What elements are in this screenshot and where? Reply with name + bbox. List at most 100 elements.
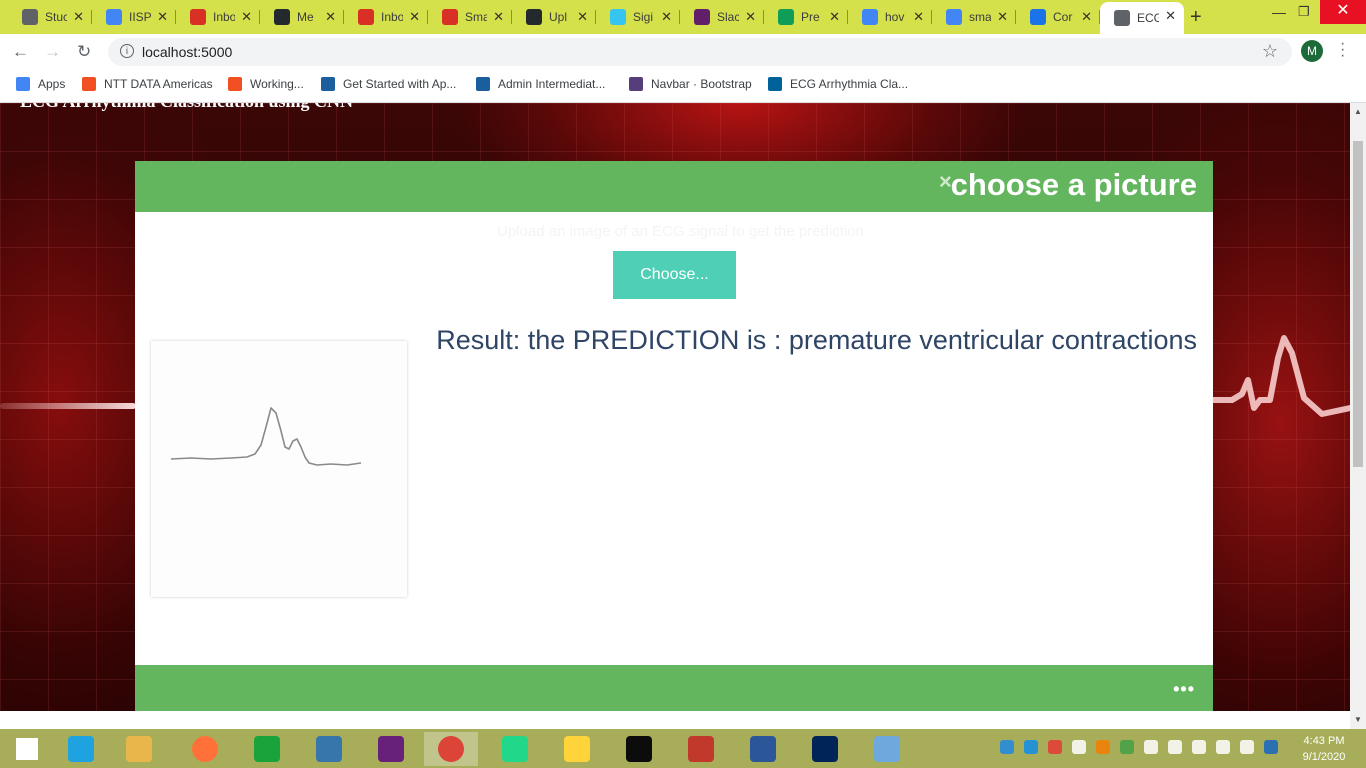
tab-title: Sigi xyxy=(633,10,654,24)
taskbar-app[interactable] xyxy=(178,732,232,766)
browser-tab[interactable]: sma ✕ xyxy=(932,3,1016,31)
taskbar-app[interactable] xyxy=(674,732,728,766)
bookmark-label: Get Started with Ap... xyxy=(343,77,457,91)
tab-close-icon[interactable]: ✕ xyxy=(73,9,84,25)
tab-title: Stuc xyxy=(45,10,67,24)
search-tray-icon[interactable] xyxy=(1096,740,1110,754)
browser-menu-icon[interactable]: · · · xyxy=(1340,36,1345,64)
tab-close-icon[interactable]: ✕ xyxy=(1165,8,1176,24)
taskbar-app[interactable] xyxy=(424,732,478,766)
github-icon xyxy=(526,9,542,25)
tab-close-icon[interactable]: ✕ xyxy=(997,9,1008,25)
browser-tab[interactable]: Sigi ✕ xyxy=(596,3,680,31)
tab-title: Inbo xyxy=(381,10,403,24)
bookmark-item[interactable]: NTT DATA Americas xyxy=(82,77,213,91)
tab-close-icon[interactable]: ✕ xyxy=(241,9,252,25)
restore-button[interactable]: ❐ xyxy=(1298,4,1310,20)
taskbar-app[interactable] xyxy=(860,732,914,766)
document-icon xyxy=(106,9,122,25)
taskbar-app[interactable] xyxy=(612,732,666,766)
taskbar-app[interactable] xyxy=(488,732,542,766)
teamviewer-tray-icon[interactable] xyxy=(1024,740,1038,754)
tab-close-icon[interactable]: ✕ xyxy=(913,9,924,25)
browser-tab[interactable]: Upl ✕ xyxy=(512,3,596,31)
power-tray-icon[interactable] xyxy=(1192,740,1206,754)
more-options-icon[interactable]: ••• xyxy=(1173,679,1195,700)
forward-arrow-icon[interactable]: → xyxy=(44,42,61,62)
bookmark-star-icon[interactable]: ☆ xyxy=(1262,41,1278,62)
back-arrow-icon[interactable]: ← xyxy=(12,42,29,62)
taskbar-app[interactable] xyxy=(302,732,356,766)
volume-tray-icon[interactable] xyxy=(1168,740,1182,754)
upload-modal: × choose a picture Upload an image of an… xyxy=(135,161,1213,711)
tab-close-icon[interactable]: ✕ xyxy=(577,9,588,25)
tab-title: Pre xyxy=(801,10,820,24)
bluetooth-tray-icon[interactable] xyxy=(1264,740,1278,754)
ekg-line-decoration xyxy=(0,403,136,409)
scrollbar-thumb[interactable] xyxy=(1353,141,1363,467)
browser-tab[interactable]: Slac ✕ xyxy=(680,3,764,31)
bookmark-item[interactable]: ECG Arrhythmia Cla... xyxy=(768,77,908,91)
bookmark-item[interactable]: Get Started with Ap... xyxy=(321,77,456,91)
new-tab-button[interactable]: + xyxy=(1190,6,1202,29)
powershell-icon xyxy=(812,736,838,762)
network-tray-icon[interactable] xyxy=(1144,740,1158,754)
tab-close-icon[interactable]: ✕ xyxy=(1081,9,1092,25)
window-close-button[interactable]: ✕ xyxy=(1320,0,1366,24)
speaker-tray-icon[interactable] xyxy=(1240,740,1254,754)
tab-close-icon[interactable]: ✕ xyxy=(409,9,420,25)
bookmark-item[interactable]: Apps xyxy=(16,77,65,91)
tab-close-icon[interactable]: ✕ xyxy=(493,9,504,25)
reload-icon[interactable]: ↻ xyxy=(77,42,91,62)
taskbar-app[interactable] xyxy=(364,732,418,766)
scroll-up-arrow-icon[interactable]: ▲ xyxy=(1354,107,1362,116)
pycharm-icon xyxy=(502,736,528,762)
bookmark-item[interactable]: Working... xyxy=(228,77,304,91)
browser-tab[interactable]: IISP ✕ xyxy=(92,3,176,31)
taskbar-app[interactable] xyxy=(112,732,166,766)
choose-file-button[interactable]: Choose... xyxy=(613,251,736,299)
site-info-icon[interactable]: i xyxy=(120,44,134,58)
browser-tab[interactable]: Inbo ✕ xyxy=(344,3,428,31)
taskbar-app[interactable] xyxy=(798,732,852,766)
security-tray-icon[interactable] xyxy=(1048,740,1062,754)
edge-tray-icon[interactable] xyxy=(1000,740,1014,754)
bookmark-item[interactable]: Navbar · Bootstrap xyxy=(629,77,752,91)
profile-avatar[interactable]: M xyxy=(1301,40,1323,62)
browser-tab[interactable]: Cor ✕ xyxy=(1016,3,1100,31)
taskbar-app[interactable] xyxy=(550,732,604,766)
tab-title: Inbo xyxy=(213,10,235,24)
tab-close-icon[interactable]: ✕ xyxy=(157,9,168,25)
taskbar-app[interactable] xyxy=(54,732,108,766)
tab-close-icon[interactable]: ✕ xyxy=(325,9,336,25)
upload-hint: Upload an image of an ECG signal to get … xyxy=(497,223,864,240)
taskbar-app[interactable] xyxy=(736,732,790,766)
taskbar-app[interactable] xyxy=(240,732,294,766)
sync-tray-icon[interactable] xyxy=(1072,740,1086,754)
browser-tab[interactable]: hov ✕ xyxy=(848,3,932,31)
browser-tab[interactable]: Stuc ✕ xyxy=(8,3,92,31)
tab-close-icon[interactable]: ✕ xyxy=(745,9,756,25)
tab-close-icon[interactable]: ✕ xyxy=(661,9,672,25)
browser-tab[interactable]: Inbo ✕ xyxy=(176,3,260,31)
browser-tab[interactable]: Sma ✕ xyxy=(428,3,512,31)
gmail-icon xyxy=(358,9,374,25)
address-bar[interactable]: i localhost:5000 ☆ xyxy=(108,38,1292,66)
scroll-down-arrow-icon[interactable]: ▼ xyxy=(1354,715,1362,724)
vertical-scrollbar[interactable]: ▲ ▼ xyxy=(1350,103,1366,729)
browser-tab[interactable]: Pre ✕ xyxy=(764,3,848,31)
taskbar-app[interactable] xyxy=(0,732,54,766)
page-bottom-strip xyxy=(0,711,1350,729)
system-clock[interactable]: 4:43 PM 9/1/2020 xyxy=(1294,733,1354,765)
url-text[interactable]: localhost:5000 xyxy=(142,44,232,60)
gmail-icon xyxy=(442,9,458,25)
minimize-button[interactable]: — xyxy=(1272,4,1286,20)
tab-close-icon[interactable]: ✕ xyxy=(829,9,840,25)
drive-tray-icon[interactable] xyxy=(1120,740,1134,754)
tab-title: Cor xyxy=(1053,10,1073,24)
browser-tab[interactable]: Me ✕ xyxy=(260,3,344,31)
bootstrap-icon xyxy=(629,77,643,91)
flag-tray-icon[interactable] xyxy=(1216,740,1230,754)
browser-tab[interactable]: ECG ✕ xyxy=(1100,2,1184,34)
bookmark-item[interactable]: Admin Intermediat... xyxy=(476,77,605,91)
